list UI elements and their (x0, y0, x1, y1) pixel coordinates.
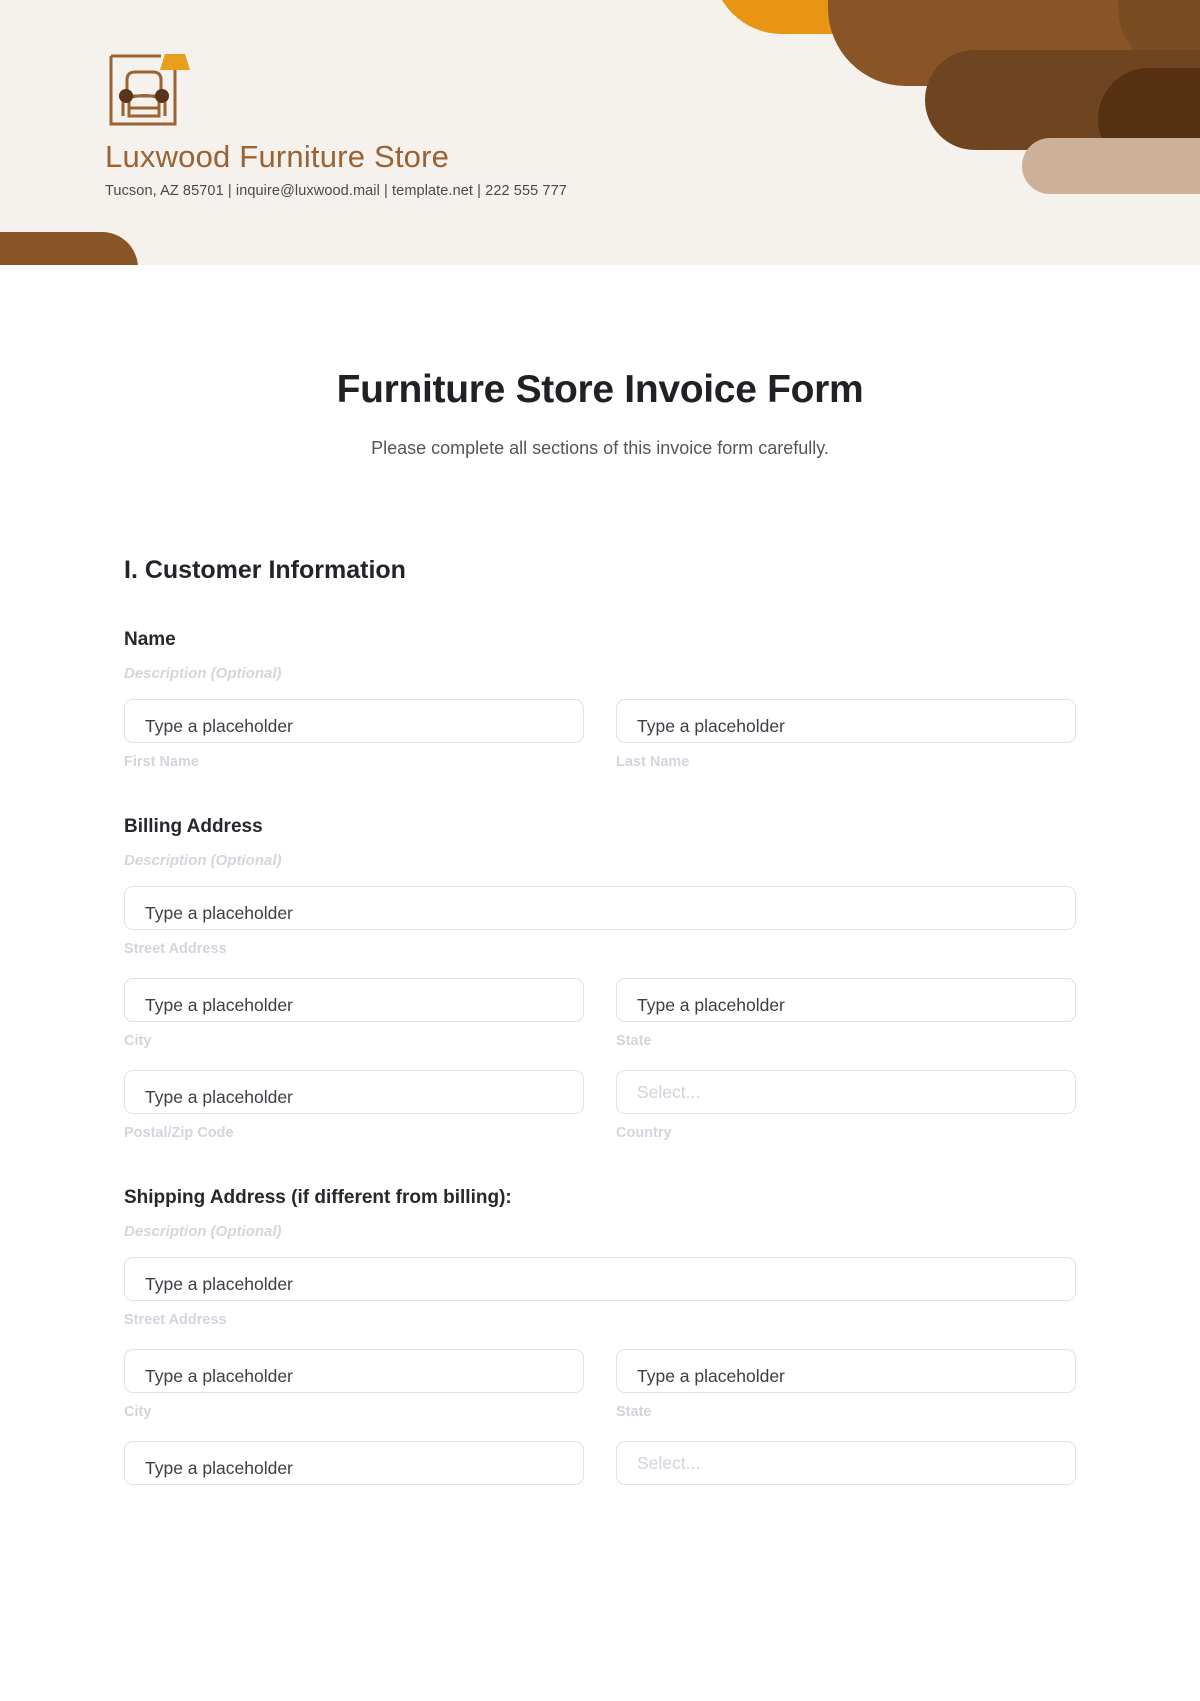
field-row: Type a placeholder Street Address (124, 886, 1076, 957)
last-name-input[interactable]: Type a placeholder (616, 699, 1076, 743)
billing-street-address-placeholder: Type a placeholder (145, 902, 293, 923)
shipping-country-placeholder: Select... (637, 1452, 701, 1473)
sub-label-billing-city: City (124, 1033, 152, 1049)
field-group-shipping-address: Shipping Address (if different from bill… (124, 1187, 1076, 1485)
field-description-name: Description (Optional) (124, 665, 282, 682)
shipping-street-address-input[interactable]: Type a placeholder (124, 1257, 1076, 1301)
brand-block: Luxwood Furniture Store Tucson, AZ 85701… (105, 50, 567, 199)
field-col-billing-country: Select... Country (616, 1070, 1076, 1141)
sub-label-billing-postal-zip: Postal/Zip Code (124, 1125, 234, 1141)
field-row: Type a placeholder Postal/Zip Code Selec… (124, 1070, 1076, 1141)
field-col-first-name: Type a placeholder First Name (124, 699, 584, 770)
page-title: Furniture Store Invoice Form (336, 368, 864, 411)
shipping-city-placeholder: Type a placeholder (145, 1365, 293, 1386)
field-col-shipping-city: Type a placeholder City (124, 1349, 584, 1420)
billing-city-input[interactable]: Type a placeholder (124, 978, 584, 1022)
first-name-placeholder: Type a placeholder (145, 715, 293, 736)
field-col-billing-zip: Type a placeholder Postal/Zip Code (124, 1070, 584, 1141)
brand-name: Luxwood Furniture Store (105, 139, 450, 174)
field-col-shipping-country: Select... (616, 1441, 1076, 1485)
armchair-lamp-icon (105, 50, 567, 130)
section-title-customer-information: I. Customer Information (124, 556, 406, 584)
field-row: Type a placeholder Street Address (124, 1257, 1076, 1328)
billing-country-placeholder: Select... (637, 1081, 701, 1102)
sub-label-shipping-street-address: Street Address (124, 1312, 227, 1328)
field-label-shipping-address: Shipping Address (if different from bill… (124, 1187, 512, 1208)
field-row: Type a placeholder Select... (124, 1441, 1076, 1485)
field-col-shipping-state: Type a placeholder State (616, 1349, 1076, 1420)
shipping-street-address-placeholder: Type a placeholder (145, 1273, 293, 1294)
sub-label-billing-street-address: Street Address (124, 941, 227, 957)
field-col-billing-street: Type a placeholder Street Address (124, 886, 1076, 957)
field-label-billing-address: Billing Address (124, 816, 263, 837)
sub-label-shipping-state: State (616, 1404, 652, 1420)
decor-tan-shape (1022, 138, 1200, 194)
first-name-input[interactable]: Type a placeholder (124, 699, 584, 743)
field-col-billing-city: Type a placeholder City (124, 978, 584, 1049)
sub-label-billing-country: Country (616, 1125, 672, 1141)
invoice-form-page: Luxwood Furniture Store Tucson, AZ 85701… (0, 0, 1200, 1701)
last-name-placeholder: Type a placeholder (637, 715, 785, 736)
field-row: Type a placeholder City Type a placehold… (124, 978, 1076, 1049)
billing-postal-zip-input[interactable]: Type a placeholder (124, 1070, 584, 1114)
form-body: Furniture Store Invoice Form Please comp… (0, 368, 1200, 1485)
shipping-country-select[interactable]: Select... (616, 1441, 1076, 1485)
field-label-name: Name (124, 629, 176, 650)
shipping-postal-zip-placeholder: Type a placeholder (145, 1457, 293, 1478)
shipping-city-input[interactable]: Type a placeholder (124, 1349, 584, 1393)
field-col-billing-state: Type a placeholder State (616, 978, 1076, 1049)
decor-bottom-left-shape (0, 232, 138, 265)
page-header: Luxwood Furniture Store Tucson, AZ 85701… (0, 0, 1200, 265)
field-group-billing-address: Billing Address Description (Optional) T… (124, 816, 1076, 1141)
field-col-shipping-street: Type a placeholder Street Address (124, 1257, 1076, 1328)
field-row: Type a placeholder City Type a placehold… (124, 1349, 1076, 1420)
billing-city-placeholder: Type a placeholder (145, 994, 293, 1015)
sub-label-shipping-city: City (124, 1404, 152, 1420)
field-row: Type a placeholder First Name Type a pla… (124, 699, 1076, 770)
field-description-billing-address: Description (Optional) (124, 852, 282, 869)
field-col-shipping-zip: Type a placeholder (124, 1441, 584, 1485)
billing-street-address-input[interactable]: Type a placeholder (124, 886, 1076, 930)
shipping-postal-zip-input[interactable]: Type a placeholder (124, 1441, 584, 1485)
sub-label-first-name: First Name (124, 754, 199, 770)
page-subtitle: Please complete all sections of this inv… (371, 438, 829, 458)
billing-state-placeholder: Type a placeholder (637, 994, 785, 1015)
billing-country-select[interactable]: Select... (616, 1070, 1076, 1114)
billing-postal-zip-placeholder: Type a placeholder (145, 1086, 293, 1107)
sub-label-billing-state: State (616, 1033, 652, 1049)
field-group-name: Name Description (Optional) Type a place… (124, 629, 1076, 770)
field-col-last-name: Type a placeholder Last Name (616, 699, 1076, 770)
brand-contact-info: Tucson, AZ 85701 | inquire@luxwood.mail … (105, 183, 567, 200)
shipping-state-placeholder: Type a placeholder (637, 1365, 785, 1386)
billing-state-input[interactable]: Type a placeholder (616, 978, 1076, 1022)
field-description-shipping-address: Description (Optional) (124, 1223, 282, 1240)
shipping-state-input[interactable]: Type a placeholder (616, 1349, 1076, 1393)
sub-label-last-name: Last Name (616, 754, 690, 770)
